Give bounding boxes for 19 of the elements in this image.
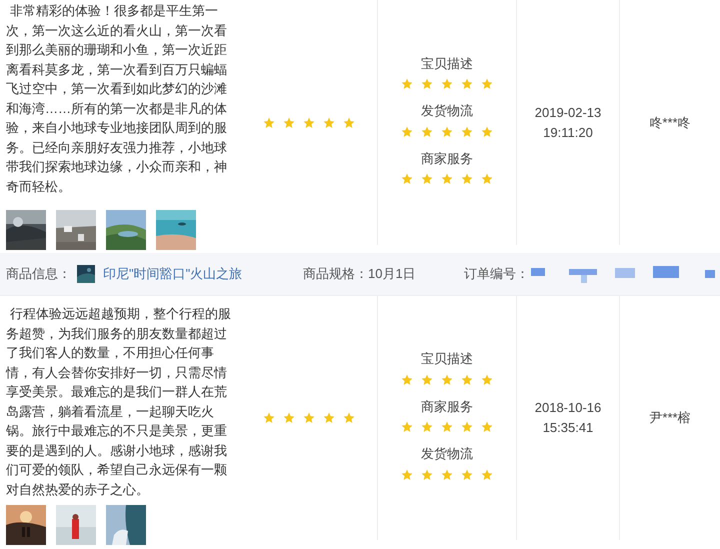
review-text: 行程体验远远超越预期，整个行程的服务超赞，为我们服务的朋友数量都超过了我们客人的数量，不用担心任何事情，有人会替你安排好一切，只需尽情享受美景。最难忘的是我们一群人在荒岛露营，躺着看流星，一起聊天吃火锅。旅行中最难忘的不只是美景，更重要的是遇到的人。感谢小地球，感谢我们可爱的领队，希望自己永远保有一颗对自然热爱的赤子之心。 <box>6 305 232 498</box>
spec-value: 10月1日 <box>368 265 417 284</box>
rating-label: 发货物流 <box>421 102 473 120</box>
field-label: 商品规格： <box>303 265 368 284</box>
user-name: 咚***咚 <box>649 114 691 132</box>
rating-label: 宝贝描述 <box>421 350 473 368</box>
rating-label: 发货物流 <box>421 445 473 464</box>
rating-label: 商家服务 <box>421 398 473 416</box>
review-date: 2019-02-13 <box>534 104 602 122</box>
field-label: 商品信息： <box>6 265 71 284</box>
field-label: 订单编号： <box>464 265 529 284</box>
review-text: 非常精彩的体验！很多都是平生第一次，第一次这么近的看火山，第一次看到那么美丽的珊瑚和小鱼，第一次近距离看科莫多龙，第一次看到百万只蝙蝠飞过空中，第一次看到如此梦幻的沙滩和海湾……所有的第一次都是非凡的体验，来自小地球专业地接团队周到的服务。已经向亲朋好友强力推荐，小地球带我们探索地球边缘，小众而亲和，神奇而轻松。 <box>6 2 228 196</box>
rating-label: 商家服务 <box>421 150 473 168</box>
user-name: 尹***榕 <box>649 409 691 428</box>
review-date: 2018-10-16 <box>534 399 602 417</box>
product-link[interactable]: 印尼"时间豁口"火山之旅 <box>103 264 303 284</box>
review-time: 19:11:20 <box>543 124 593 142</box>
rating-label: 宝贝描述 <box>421 54 473 73</box>
review-time: 15:35:41 <box>542 419 594 437</box>
